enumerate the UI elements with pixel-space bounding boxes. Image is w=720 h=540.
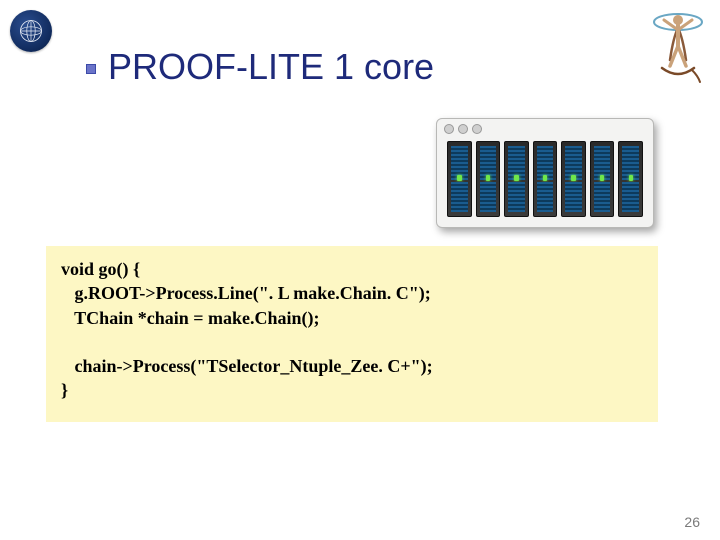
globe-icon (17, 17, 45, 45)
code-line: TChain *chain = make.Chain(); (61, 308, 319, 328)
slide-title: PROOF-LITE 1 core (108, 46, 434, 88)
server-unit (533, 141, 558, 217)
server-unit (447, 141, 472, 217)
atlas-figure-logo (648, 6, 708, 84)
server-rack-image (436, 118, 654, 228)
code-line: chain->Process("TSelector_Ntuple_Zee. C+… (61, 356, 433, 376)
server-unit (504, 141, 529, 217)
code-block: void go() { g.ROOT->Process.Line(". L ma… (46, 246, 658, 422)
figure-icon (648, 6, 708, 84)
server-unit (561, 141, 586, 217)
server-row (447, 141, 643, 217)
server-unit (618, 141, 643, 217)
page-number: 26 (684, 514, 700, 530)
org-logo-left (10, 10, 52, 52)
code-line: g.ROOT->Process.Line(". L make.Chain. C"… (61, 283, 431, 303)
window-traffic-lights-icon (444, 124, 482, 134)
code-line: void go() { (61, 259, 140, 279)
server-unit (590, 141, 615, 217)
server-unit (476, 141, 501, 217)
code-line: } (61, 380, 68, 400)
title-bullet-icon (86, 64, 96, 74)
